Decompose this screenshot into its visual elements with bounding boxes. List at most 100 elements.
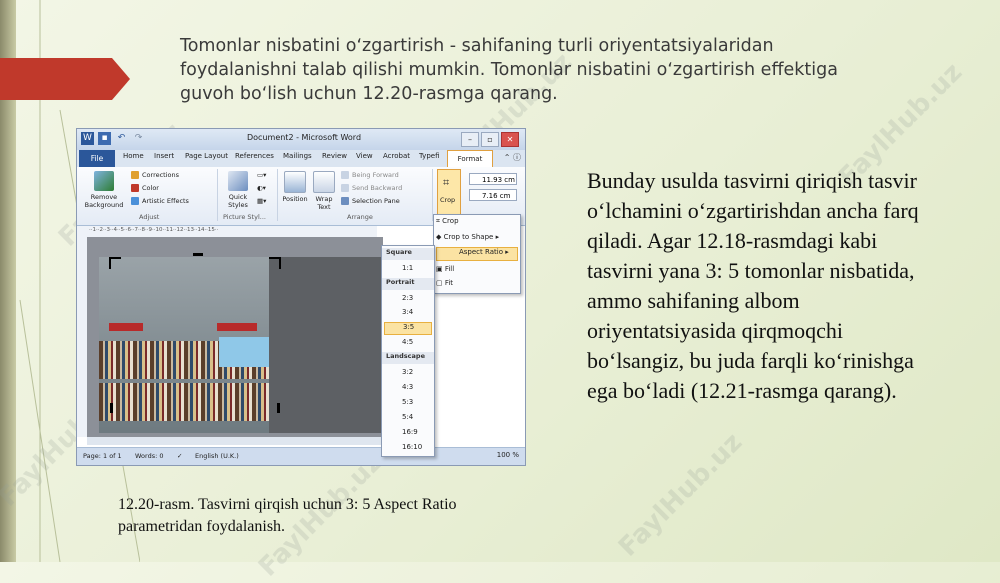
undo-icon[interactable]: ↶	[115, 132, 128, 145]
window-title: Document2 - Microsoft Word	[247, 133, 362, 142]
wrap-text-button[interactable]: Wrap Text	[311, 171, 337, 211]
crop-handle[interactable]	[193, 253, 203, 256]
picture-styles-group-label: Picture Styl...	[223, 213, 266, 221]
arrange-group-label: Arrange	[347, 213, 373, 221]
zoom-level[interactable]: 100 %	[497, 451, 519, 459]
quick-access-toolbar: W ▪ ↶ ↷	[81, 132, 145, 145]
crop-menu: ⌗ Crop ◆ Crop to Shape ▸ Aspect Ratio ▸ …	[433, 214, 521, 294]
ratio-3-4[interactable]: 3:4	[402, 308, 413, 316]
tab-page-layout[interactable]: Page Layout	[185, 152, 228, 160]
tab-acrobat[interactable]: Acrobat	[383, 152, 410, 160]
window-controls: – ▫ ✕	[461, 132, 519, 147]
crop-handle[interactable]	[109, 257, 121, 269]
remove-background-label: Remove Background	[84, 193, 124, 209]
quick-styles-button[interactable]: Quick Styles	[223, 171, 253, 209]
language-indicator[interactable]: English (U.K.)	[195, 452, 239, 460]
window-light	[219, 337, 269, 367]
color-button[interactable]: Color	[131, 184, 159, 192]
menu-item-fit[interactable]: ▢ Fit	[436, 279, 453, 287]
ratio-1-1[interactable]: 1:1	[402, 264, 413, 272]
crop-icon: ⌗	[443, 176, 450, 189]
portrait-header: Portrait	[382, 278, 434, 290]
ratio-16-9[interactable]: 16:9	[402, 428, 418, 436]
status-bar: Page: 1 of 1 Words: 0 ✓ English (U.K.) 1…	[77, 447, 525, 465]
send-backward-icon	[341, 184, 349, 192]
width-input[interactable]: 7.16 cm	[469, 189, 517, 201]
ratio-3-2[interactable]: 3:2	[402, 368, 413, 376]
landscape-header: Landscape	[382, 352, 434, 364]
picture-border-icon[interactable]: ▭▾	[257, 171, 266, 179]
ratio-2-3[interactable]: 2:3	[402, 294, 413, 302]
corrections-button[interactable]: Corrections	[131, 171, 179, 179]
ratio-5-4[interactable]: 5:4	[402, 413, 413, 421]
corrections-icon	[131, 171, 139, 179]
red-sign	[217, 323, 257, 331]
remove-background-button[interactable]: Remove Background	[83, 171, 125, 209]
word-titlebar: W ▪ ↶ ↷ Document2 - Microsoft Word – ▫ ✕	[77, 129, 525, 150]
tab-mailings[interactable]: Mailings	[283, 152, 312, 160]
crop-handle[interactable]	[110, 403, 113, 413]
crop-label: Crop	[440, 196, 456, 204]
remove-background-icon	[94, 171, 114, 191]
ratio-4-5[interactable]: 4:5	[402, 338, 413, 346]
color-icon	[131, 184, 139, 192]
tab-format[interactable]: Format	[447, 150, 493, 168]
close-icon[interactable]: ✕	[501, 132, 519, 147]
tab-view[interactable]: View	[356, 152, 373, 160]
send-backward-button[interactable]: Send Backward	[341, 184, 402, 192]
artistic-effects-button[interactable]: Artistic Effects	[131, 197, 189, 205]
ratio-3-5[interactable]: 3:5	[384, 322, 432, 335]
ratio-16-10[interactable]: 16:10	[402, 443, 422, 451]
menu-item-fill[interactable]: ▣ Fill	[436, 265, 454, 273]
crop-handle[interactable]	[269, 257, 281, 269]
selection-pane-icon	[341, 197, 349, 205]
ratio-5-3[interactable]: 5:3	[402, 398, 413, 406]
library-photo[interactable]	[99, 257, 269, 433]
proofing-icon[interactable]: ✓	[177, 452, 182, 460]
cropped-region	[269, 257, 383, 433]
picture-effects-icon[interactable]: ◐▾	[257, 184, 266, 192]
aspect-ratio-menu: Square 1:1 Portrait 2:3 3:4 3:5 4:5 Land…	[381, 245, 435, 457]
help-icon[interactable]: ⌃ ⓘ	[504, 152, 521, 163]
ribbon-separator	[277, 169, 278, 221]
bring-forward-button[interactable]: Being Forward	[341, 171, 399, 179]
red-sign	[109, 323, 143, 331]
tab-insert[interactable]: Insert	[154, 152, 174, 160]
slide-body-text: Bunday usulda tasvirni qiriqish tasvir o…	[587, 168, 919, 403]
horizontal-scrollbar[interactable]	[87, 437, 383, 445]
position-button[interactable]: Position	[281, 171, 309, 203]
page-count[interactable]: Page: 1 of 1	[83, 452, 122, 460]
square-header: Square	[382, 248, 434, 260]
slide-heading: Tomonlar nisbatini oʻzgartirish - sahifa…	[180, 36, 838, 104]
quick-styles-label: Quick Styles	[228, 193, 248, 209]
tab-references[interactable]: References	[235, 152, 274, 160]
adjust-group-label: Adjust	[139, 213, 160, 221]
minimize-icon[interactable]: –	[461, 132, 479, 147]
figure-caption: 12.20-rasm. Tasvirni qirqish uchun 3: 5 …	[118, 496, 457, 535]
selection-pane-button[interactable]: Selection Pane	[341, 197, 400, 205]
picture-layout-icon[interactable]: ▦▾	[257, 197, 266, 205]
tab-home[interactable]: Home	[123, 152, 144, 160]
redo-icon[interactable]: ↷	[132, 132, 145, 145]
ruler-marks: ··1··2··3··4··5··6··7··8··9··10··11··12·…	[89, 227, 219, 233]
crop-handle[interactable]	[277, 403, 280, 413]
ribbon-separator	[217, 169, 218, 221]
tab-file[interactable]: File	[79, 150, 115, 167]
height-input[interactable]: 11.93 cm	[469, 173, 517, 185]
artistic-effects-icon	[131, 197, 139, 205]
position-icon	[284, 171, 306, 193]
menu-item-aspect-ratio[interactable]: Aspect Ratio ▸	[436, 247, 518, 261]
maximize-icon[interactable]: ▫	[481, 132, 499, 147]
position-label: Position	[282, 195, 308, 203]
menu-item-crop-to-shape[interactable]: ◆ Crop to Shape ▸	[436, 233, 499, 241]
menu-item-crop[interactable]: ⌗ Crop	[436, 217, 459, 226]
ratio-4-3[interactable]: 4:3	[402, 383, 413, 391]
tab-typefi[interactable]: Typefi	[419, 152, 440, 160]
ribbon-tabs: File Home Insert Page Layout References …	[77, 150, 525, 168]
red-arrow-shape	[0, 58, 130, 100]
tab-review[interactable]: Review	[322, 152, 347, 160]
bookshelf-row	[99, 383, 269, 421]
word-count[interactable]: Words: 0	[135, 452, 164, 460]
bring-forward-icon	[341, 171, 349, 179]
save-icon[interactable]: ▪	[98, 132, 111, 145]
